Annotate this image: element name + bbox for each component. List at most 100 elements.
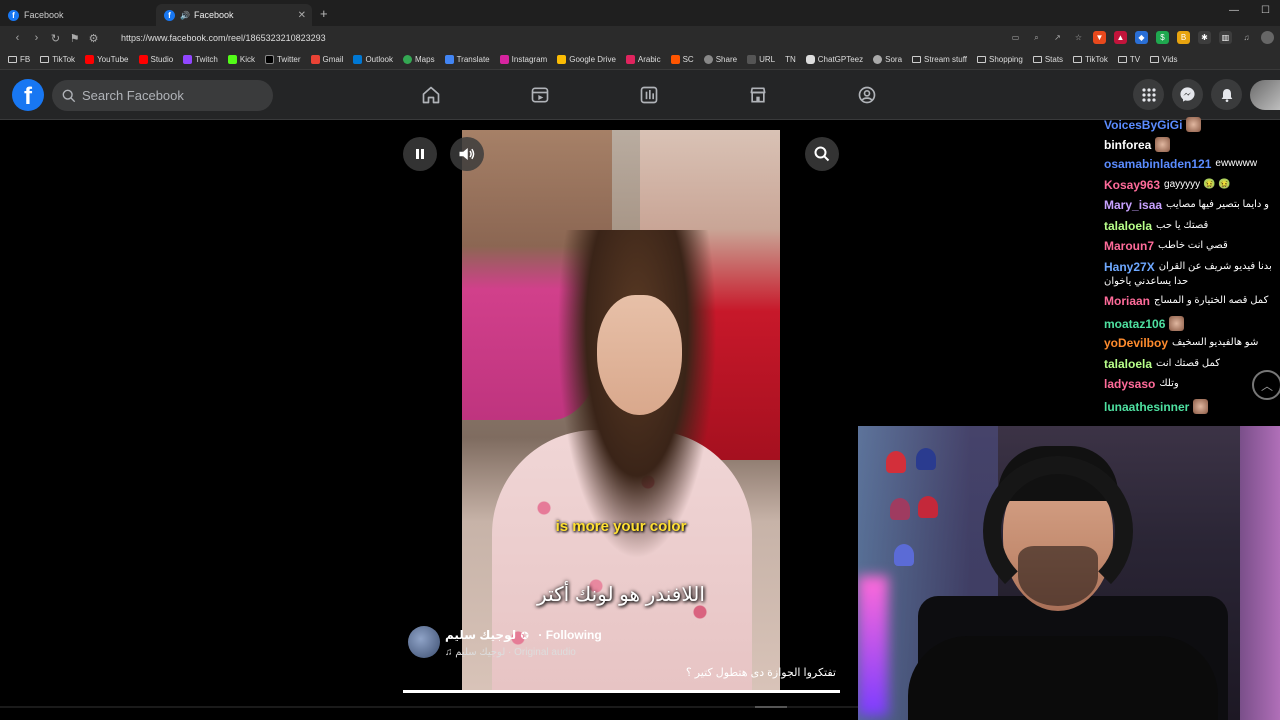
back-icon[interactable]: ‹ [8, 32, 27, 44]
wall-cap [916, 448, 936, 470]
bookmark-icon[interactable]: ⚑ [65, 32, 84, 45]
chat-username[interactable]: moataz106 [1104, 318, 1165, 330]
search-box[interactable] [52, 80, 273, 111]
chat-username[interactable]: talaloela [1104, 220, 1152, 232]
zoom-icon[interactable]: ⌕ [1030, 31, 1043, 44]
folder-icon [1073, 56, 1083, 63]
brave-rewards-icon[interactable]: ▲ [1114, 31, 1127, 44]
star-icon[interactable]: ☆ [1072, 31, 1085, 44]
chat-username[interactable]: VoicesByGiGi [1104, 119, 1182, 131]
bookmark-link[interactable]: Translate [444, 55, 490, 64]
stream-chat: VoicesByGiGi binforea osamabinladen121 ewww… [1100, 117, 1280, 417]
original-audio[interactable]: ♫ لوجيك سليم · Original audio [445, 647, 602, 658]
bookmark-link[interactable]: Instagram [499, 55, 547, 64]
url-field[interactable]: https://www.facebook.com/reel/1865323210… [121, 33, 326, 43]
bookmark-link[interactable]: Kick [227, 55, 255, 64]
scrollbar-thumb[interactable] [755, 706, 787, 708]
puzzle-icon[interactable]: ✱ [1198, 31, 1211, 44]
bookmark-link[interactable]: TN [785, 55, 796, 64]
nav-gaming[interactable] [812, 70, 921, 120]
google-drive-icon [557, 55, 567, 64]
wall-cap [918, 496, 938, 518]
nav-marketplace[interactable] [703, 70, 812, 120]
bookmark-link[interactable]: URL [747, 55, 775, 64]
bookmark-link[interactable]: Gmail [310, 55, 343, 64]
chat-text: وتلك [1159, 378, 1179, 389]
bookmark-link[interactable]: YouTube [85, 55, 129, 64]
bookmark-link[interactable]: Sora [873, 55, 902, 64]
chat-username[interactable]: Maroun7 [1104, 240, 1154, 252]
mute-button[interactable] [450, 137, 484, 171]
browser-tab[interactable]: f Facebook [0, 4, 156, 26]
bookmark-link[interactable]: Outlook [353, 55, 393, 64]
bookmark-link[interactable]: ChatGPTeez [805, 55, 863, 64]
maximize-icon[interactable]: ☐ [1261, 5, 1270, 16]
bookmark-folder[interactable]: Stats [1032, 55, 1063, 64]
sidebar-icon[interactable]: ▥ [1219, 31, 1232, 44]
video-progress-bar[interactable] [403, 690, 840, 693]
chat-text: gayyyyy 🤢 🤢 [1164, 179, 1231, 190]
share-icon[interactable]: ↗ [1051, 31, 1064, 44]
youtube-studio-icon [138, 55, 148, 64]
chat-username[interactable]: Mary_isaa [1104, 199, 1162, 211]
scroll-up-button[interactable]: ︿ [1252, 370, 1280, 400]
folder-icon [912, 56, 922, 63]
bookmark-folder[interactable]: TikTok [1073, 55, 1108, 64]
chat-username[interactable]: lunaathesinner [1104, 401, 1189, 413]
facebook-logo[interactable]: f [12, 79, 44, 111]
extension-icon[interactable]: $ [1156, 31, 1169, 44]
reload-icon[interactable]: ↻ [46, 32, 65, 45]
bookmark-folder[interactable]: FB [8, 55, 30, 64]
reel-search-button[interactable] [805, 137, 839, 171]
minimize-icon[interactable]: — [1229, 5, 1239, 16]
chat-username[interactable]: osamabinladen121 [1104, 158, 1211, 170]
browser-tab-active[interactable]: f 🔊 Facebook ✕ [156, 4, 312, 26]
chat-username[interactable]: binforea [1104, 139, 1151, 151]
creator-name[interactable]: لوجيك سليم [445, 628, 516, 642]
following-label[interactable]: · Following [538, 628, 601, 642]
account-avatar[interactable] [1250, 79, 1280, 110]
bookmark-link[interactable]: Share [703, 55, 737, 64]
nav-groups[interactable] [594, 70, 703, 120]
bookmark-folder[interactable]: Shopping [977, 55, 1023, 64]
bookmark-folder[interactable]: Vids [1150, 55, 1178, 64]
cast-icon[interactable]: ▭ [1009, 31, 1022, 44]
chat-username[interactable]: talaloela [1104, 358, 1152, 370]
nav-video[interactable] [485, 70, 594, 120]
notifications-button[interactable] [1211, 79, 1242, 110]
chat-username[interactable]: Kosay963 [1104, 179, 1160, 191]
bookmark-link[interactable]: Maps [403, 55, 435, 64]
bookmark-link[interactable]: SC [670, 55, 694, 64]
close-tab-icon[interactable]: ✕ [298, 10, 306, 21]
media-icon[interactable]: ♫ [1240, 31, 1253, 44]
brave-shield-icon[interactable]: ▼ [1093, 31, 1106, 44]
messenger-button[interactable] [1172, 79, 1203, 110]
chat-text: كمل قصه الختيارة و المساج [1154, 295, 1269, 306]
forward-icon[interactable]: › [27, 32, 46, 44]
bookmark-link[interactable]: Twitter [264, 55, 301, 64]
bookmark-link[interactable]: Studio [138, 55, 173, 64]
search-input[interactable] [82, 88, 262, 103]
chat-username[interactable]: Hany27X [1104, 261, 1155, 273]
bookmark-folder[interactable]: TikTok [40, 55, 75, 64]
extension-icon[interactable]: ◆ [1135, 31, 1148, 44]
bookmark-folder[interactable]: TV [1117, 55, 1140, 64]
nav-home[interactable] [376, 70, 485, 120]
creator-avatar[interactable] [408, 626, 440, 658]
extension-icon[interactable]: B [1177, 31, 1190, 44]
profile-icon[interactable] [1261, 31, 1274, 44]
new-tab-button[interactable]: + [320, 6, 328, 21]
reel-video[interactable]: is more your color اللافندر هو لونك أكتر [462, 130, 780, 690]
pause-button[interactable] [403, 137, 437, 171]
chat-username[interactable]: Moriaan [1104, 295, 1150, 307]
site-info-icon[interactable]: ⚙ [84, 32, 103, 45]
bookmark-link[interactable]: Arabic [625, 55, 661, 64]
bookmark-link[interactable]: Google Drive [557, 55, 616, 64]
bookmark-link[interactable]: Twitch [183, 55, 218, 64]
menu-button[interactable] [1133, 79, 1164, 110]
instagram-icon [499, 55, 509, 64]
reel-creator: لوجيك سليم ✪ · Following ♫ لوجيك سليم · … [408, 626, 602, 658]
chat-username[interactable]: ladysaso [1104, 378, 1155, 390]
chat-username[interactable]: yoDevilboy [1104, 337, 1168, 349]
bookmark-folder[interactable]: Stream stuff [912, 55, 967, 64]
